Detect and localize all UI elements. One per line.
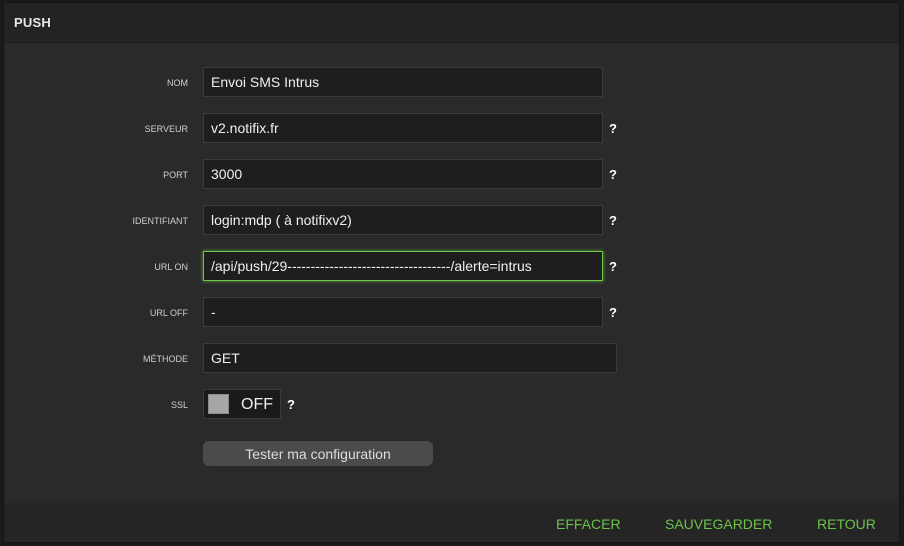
row-url-on: URL ON ? xyxy=(4,251,899,283)
serveur-input[interactable] xyxy=(203,113,603,143)
serveur-help-icon[interactable]: ? xyxy=(609,121,617,136)
identifiant-input[interactable] xyxy=(203,205,603,235)
ssl-label: SSL xyxy=(170,400,188,410)
row-port: PORT ? xyxy=(4,159,899,191)
row-identifiant: IDENTIFIANT ? xyxy=(4,205,899,237)
row-ssl: SSL OFF ? xyxy=(4,389,899,421)
panel-header: PUSH xyxy=(4,3,899,43)
ssl-toggle[interactable]: OFF xyxy=(203,389,281,419)
test-configuration-button[interactable]: Tester ma configuration xyxy=(203,441,433,466)
panel-footer: EFFACER SAUVEGARDER RETOUR xyxy=(4,503,899,542)
retour-button[interactable]: RETOUR xyxy=(817,516,876,532)
ssl-toggle-state: OFF xyxy=(241,396,273,413)
row-url-off: URL OFF ? xyxy=(4,297,899,329)
effacer-button[interactable]: EFFACER xyxy=(556,516,621,532)
nom-input[interactable] xyxy=(203,67,603,97)
url-off-label: URL OFF xyxy=(149,308,188,318)
identifiant-label: IDENTIFIANT xyxy=(132,216,189,226)
url-on-input[interactable] xyxy=(203,251,603,281)
identifiant-help-icon[interactable]: ? xyxy=(609,213,617,228)
methode-select[interactable] xyxy=(203,343,617,373)
row-serveur: SERVEUR ? xyxy=(4,113,899,145)
methode-label: MÉTHODE xyxy=(143,354,188,364)
serveur-label: SERVEUR xyxy=(144,124,188,134)
ssl-toggle-knob xyxy=(208,394,229,414)
row-methode: MÉTHODE xyxy=(4,343,899,375)
url-off-help-icon[interactable]: ? xyxy=(609,305,617,320)
nom-label: NOM xyxy=(167,78,188,88)
push-config-panel: PUSH NOM SERVEUR ? PORT ? IDENTIFIANT ? … xyxy=(3,2,900,543)
row-nom: NOM xyxy=(4,67,899,99)
url-on-label: URL ON xyxy=(154,262,188,272)
ssl-help-icon[interactable]: ? xyxy=(287,397,295,412)
url-off-input[interactable] xyxy=(203,297,603,327)
panel-title: PUSH xyxy=(14,15,51,30)
sauvegarder-button[interactable]: SAUVEGARDER xyxy=(665,516,772,532)
port-help-icon[interactable]: ? xyxy=(609,167,617,182)
port-input[interactable] xyxy=(203,159,603,189)
url-on-help-icon[interactable]: ? xyxy=(609,259,617,274)
port-label: PORT xyxy=(163,170,188,180)
